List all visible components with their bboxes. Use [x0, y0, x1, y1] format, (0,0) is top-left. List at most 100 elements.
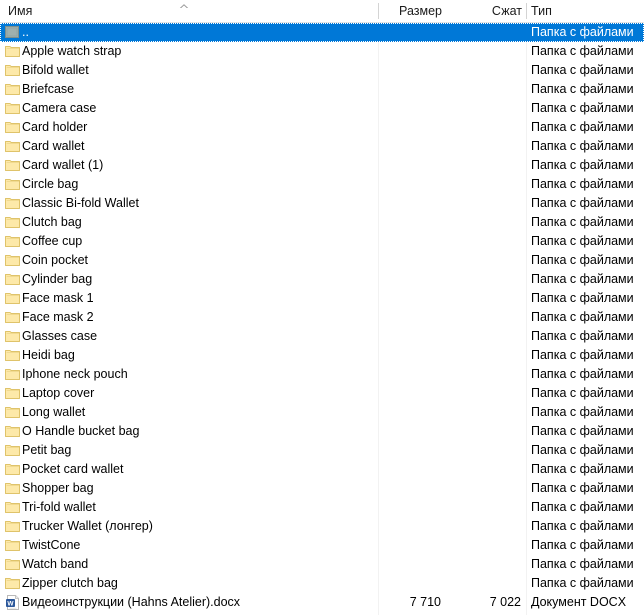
column-header-size[interactable]: Размер: [380, 0, 442, 22]
table-row[interactable]: Camera case Папка с файлами: [0, 99, 644, 118]
cell-type: Папка с файлами: [531, 557, 634, 571]
column-divider-size[interactable]: [378, 3, 379, 19]
table-row[interactable]: Glasses case Папка с файлами: [0, 327, 644, 346]
cell-type: Папка с файлами: [531, 424, 634, 438]
cell-packed: [444, 251, 521, 270]
table-row[interactable]: .. Папка с файлами: [0, 23, 644, 42]
cell-name: Circle bag: [22, 177, 79, 191]
table-row[interactable]: Laptop cover Папка с файлами: [0, 384, 644, 403]
table-row[interactable]: Pocket card wallet Папка с файлами: [0, 460, 644, 479]
svg-text:W: W: [7, 601, 14, 608]
folder-icon: [5, 329, 21, 344]
cell-size: 7 710: [409, 595, 441, 609]
cell-name: Cylinder bag: [22, 272, 93, 286]
table-row[interactable]: Shopper bag Папка с файлами: [0, 479, 644, 498]
table-row[interactable]: Card holder Папка с файлами: [0, 118, 644, 137]
table-row[interactable]: Long wallet Папка с файлами: [0, 403, 644, 422]
folder-icon: [5, 139, 21, 154]
cell-size: [380, 555, 441, 574]
cell-packed: [444, 365, 521, 384]
cell-size: [380, 403, 441, 422]
folder-icon: [5, 424, 21, 439]
cell-type: Папка с файлами: [531, 63, 634, 77]
cell-packed: [444, 137, 521, 156]
cell-packed: [444, 498, 521, 517]
table-row[interactable]: Face mask 1 Папка с файлами: [0, 289, 644, 308]
cell-type: Папка с файлами: [531, 291, 634, 305]
table-row[interactable]: W Видеоинструкции (Hahns Atelier).docx 7 7…: [0, 593, 644, 612]
table-row[interactable]: Card wallet Папка с файлами: [0, 137, 644, 156]
cell-packed: [444, 403, 521, 422]
folder-icon: [5, 538, 21, 553]
table-row[interactable]: Petit bag Папка с файлами: [0, 441, 644, 460]
cell-packed: [444, 422, 521, 441]
cell-type: Папка с файлами: [531, 538, 634, 552]
table-row[interactable]: Iphone neck pouch Папка с файлами: [0, 365, 644, 384]
cell-packed: [444, 327, 521, 346]
cell-size: [380, 194, 441, 213]
table-row[interactable]: Clutch bag Папка с файлами: [0, 213, 644, 232]
table-row[interactable]: Apple watch strap Папка с файлами: [0, 42, 644, 61]
cell-size: [380, 251, 441, 270]
cell-name: Long wallet: [22, 405, 86, 419]
cell-size: [380, 365, 441, 384]
folder-icon: [5, 101, 21, 116]
cell-packed: [444, 118, 521, 137]
table-row[interactable]: Circle bag Папка с файлами: [0, 175, 644, 194]
cell-packed: [444, 289, 521, 308]
cell-type: Папка с файлами: [531, 443, 634, 457]
folder-icon: [5, 481, 21, 496]
folder-icon: [5, 348, 21, 363]
cell-type: Папка с файлами: [531, 82, 634, 96]
cell-type: Папка с файлами: [531, 158, 634, 172]
cell-name: TwistCone: [22, 538, 81, 552]
cell-type: Папка с файлами: [531, 44, 634, 58]
cell-type: Документ DOCX: [531, 595, 627, 609]
table-row[interactable]: Briefcase Папка с файлами: [0, 80, 644, 99]
table-row[interactable]: Cylinder bag Папка с файлами: [0, 270, 644, 289]
table-row[interactable]: O Handle bucket bag Папка с файлами: [0, 422, 644, 441]
cell-packed: [444, 213, 521, 232]
file-list-rows[interactable]: .. Папка с файлами Apple watch strap Папка …: [0, 23, 644, 612]
cell-name: Pocket card wallet: [22, 462, 124, 476]
cell-name: Camera case: [22, 101, 97, 115]
folder-icon: [5, 291, 21, 306]
cell-packed: [444, 517, 521, 536]
cell-name: Card wallet (1): [22, 158, 104, 172]
folder-icon: [5, 272, 21, 287]
column-header-type[interactable]: Тип: [531, 0, 641, 22]
file-list-detail-view[interactable]: Имя Размер Сжат Тип .. Папка с файлами App…: [0, 0, 644, 615]
cell-packed: [444, 441, 521, 460]
cell-name: Trucker Wallet (лонгер): [22, 519, 153, 533]
cell-size: [380, 137, 441, 156]
cell-type: Папка с файлами: [531, 196, 634, 210]
table-row[interactable]: Zipper clutch bag Папка с файлами: [0, 574, 644, 593]
cell-type: Папка с файлами: [531, 462, 634, 476]
table-row[interactable]: TwistCone Папка с файлами: [0, 536, 644, 555]
cell-size: [380, 479, 441, 498]
table-row[interactable]: Coffee cup Папка с файлами: [0, 232, 644, 251]
cell-size: [380, 498, 441, 517]
table-row[interactable]: Classic Bi-fold Wallet Папка с файлами: [0, 194, 644, 213]
table-row[interactable]: Face mask 2 Папка с файлами: [0, 308, 644, 327]
cell-type: Папка с файлами: [531, 253, 634, 267]
table-row[interactable]: Watch band Папка с файлами: [0, 555, 644, 574]
folder-icon: [5, 462, 21, 477]
table-row[interactable]: Card wallet (1) Папка с файлами: [0, 156, 644, 175]
column-header-bar[interactable]: Имя Размер Сжат Тип: [0, 0, 644, 23]
cell-size: [380, 384, 441, 403]
table-row[interactable]: Heidi bag Папка с файлами: [0, 346, 644, 365]
cell-size: [380, 23, 441, 42]
cell-packed: [444, 270, 521, 289]
table-row[interactable]: Coin pocket Папка с файлами: [0, 251, 644, 270]
table-row[interactable]: Trucker Wallet (лонгер) Папка с файлами: [0, 517, 644, 536]
cell-name: Face mask 1: [22, 291, 94, 305]
table-row[interactable]: Tri-fold wallet Папка с файлами: [0, 498, 644, 517]
folder-icon: [5, 405, 21, 420]
column-divider-type[interactable]: [526, 3, 527, 19]
cell-packed: 7 022: [489, 595, 521, 609]
cell-packed: [444, 384, 521, 403]
table-row[interactable]: Bifold wallet Папка с файлами: [0, 61, 644, 80]
folder-icon: [5, 177, 21, 192]
column-header-packed[interactable]: Сжат: [444, 0, 522, 22]
